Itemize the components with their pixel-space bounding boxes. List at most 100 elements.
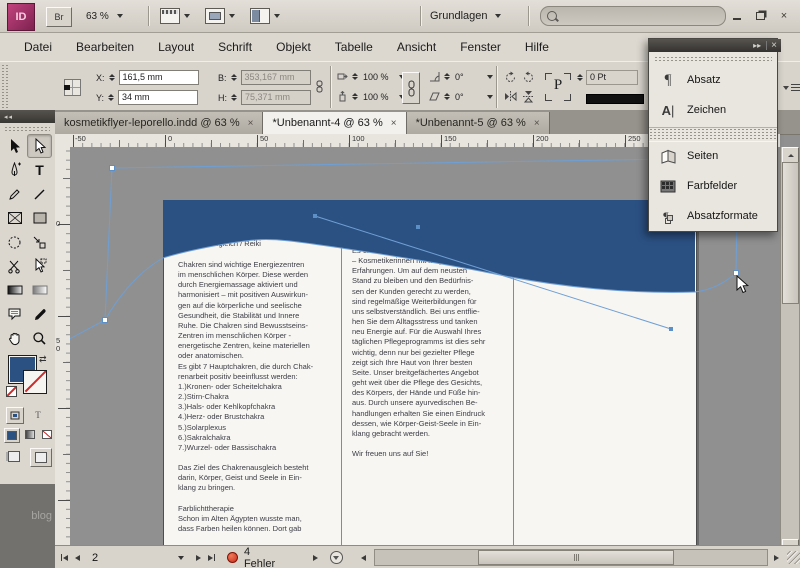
screen-mode-button[interactable] bbox=[205, 7, 235, 25]
flip-horizontal-button[interactable] bbox=[504, 90, 517, 103]
menu-item-datei[interactable]: Datei bbox=[12, 36, 64, 58]
menu-item-schrift[interactable]: Schrift bbox=[206, 36, 264, 58]
note-tool[interactable] bbox=[3, 303, 26, 325]
close-tab-icon[interactable] bbox=[391, 118, 397, 129]
rotation-value[interactable]: 0° bbox=[453, 72, 485, 82]
zoom-level-dropdown[interactable]: 63 % bbox=[86, 8, 138, 24]
stroke-weight-stepper[interactable] bbox=[576, 74, 584, 81]
y-position-field[interactable]: 34 mm bbox=[118, 90, 198, 105]
scale-y-stepper[interactable] bbox=[351, 93, 359, 100]
vertical-ruler[interactable]: 0 5 0 bbox=[55, 147, 71, 555]
page-dropdown-icon[interactable] bbox=[178, 556, 184, 560]
menu-item-hilfe[interactable]: Hilfe bbox=[513, 36, 561, 58]
arrange-documents-button[interactable] bbox=[250, 7, 280, 25]
height-field[interactable]: 75,371 mm bbox=[241, 90, 311, 105]
preflight-menu-icon[interactable] bbox=[330, 551, 343, 564]
rotation-stepper[interactable] bbox=[443, 73, 451, 80]
rotate-cw-button[interactable] bbox=[504, 71, 517, 84]
menu-item-tabelle[interactable]: Tabelle bbox=[323, 36, 385, 58]
pencil-tool[interactable] bbox=[3, 183, 26, 205]
normal-view-button[interactable] bbox=[4, 448, 24, 465]
close-tab-icon[interactable] bbox=[534, 118, 540, 129]
scale-x-stepper[interactable] bbox=[351, 73, 359, 80]
dock-drag-handle[interactable] bbox=[654, 56, 772, 63]
stroke-color-swatch[interactable] bbox=[23, 370, 47, 394]
constrain-scale-button[interactable] bbox=[402, 72, 420, 104]
tab-unbenannt-4[interactable]: *Unbenannt-4 @ 63 % bbox=[263, 112, 406, 134]
chevron-down-icon[interactable] bbox=[487, 75, 493, 79]
horizontal-scrollbar-thumb[interactable] bbox=[478, 550, 674, 565]
formatting-affects-text-button[interactable]: T bbox=[30, 407, 46, 422]
tools-panel-header[interactable]: ◂◂ bbox=[0, 110, 59, 123]
panel-drag-handle[interactable] bbox=[1, 64, 8, 108]
eyedropper-tool[interactable] bbox=[28, 303, 51, 325]
apply-color-button[interactable] bbox=[4, 428, 20, 443]
workspace-switcher[interactable]: Grundlagen bbox=[430, 8, 501, 24]
stroke-style-preview[interactable] bbox=[586, 94, 644, 104]
panel-button-zeichen[interactable]: A| Zeichen bbox=[649, 96, 787, 124]
scroll-left-button[interactable] bbox=[361, 555, 366, 561]
panel-button-absatz[interactable]: ¶ Absatz bbox=[649, 66, 787, 94]
minimize-button[interactable] bbox=[730, 9, 744, 22]
shear-stepper[interactable] bbox=[443, 93, 451, 100]
panel-dock-header[interactable]: ▸▸ × bbox=[649, 39, 781, 52]
apply-none-button[interactable] bbox=[40, 428, 54, 441]
position-tool[interactable] bbox=[28, 255, 51, 277]
close-tab-icon[interactable] bbox=[248, 118, 254, 129]
bridge-button[interactable]: Br bbox=[46, 7, 72, 27]
width-field[interactable]: 353,167 mm bbox=[241, 70, 311, 85]
height-stepper[interactable] bbox=[230, 94, 238, 101]
menu-item-ansicht[interactable]: Ansicht bbox=[385, 36, 448, 58]
text-column-1[interactable]: Chakrenausgleich / Reiki bbox=[178, 239, 338, 249]
gradient-tool[interactable] bbox=[3, 279, 26, 301]
scale-x-value[interactable]: 100 % bbox=[361, 72, 397, 82]
selection-tool[interactable] bbox=[3, 135, 26, 157]
swap-fill-stroke-icon[interactable]: ⇄ bbox=[39, 354, 47, 365]
preview-view-button[interactable] bbox=[30, 448, 52, 467]
preflight-error-count[interactable]: 4 Fehler bbox=[244, 546, 284, 568]
page-number-field[interactable]: 2 bbox=[92, 552, 98, 564]
first-page-button[interactable] bbox=[61, 554, 68, 561]
next-page-button[interactable] bbox=[196, 555, 201, 561]
scissors-tool[interactable] bbox=[3, 255, 26, 277]
restore-button[interactable] bbox=[753, 9, 767, 22]
ruler-origin-box[interactable] bbox=[55, 134, 71, 148]
tab-unbenannt-5[interactable]: *Unbenannt-5 @ 63 % bbox=[407, 112, 550, 134]
tab-kosmetikflyer[interactable]: kosmetikflyer-leporello.indd @ 63 % bbox=[55, 112, 263, 134]
formatting-affects-container-button[interactable] bbox=[6, 407, 24, 424]
expand-panels-icon[interactable]: ▸▸ bbox=[753, 41, 761, 50]
tools-drag-handle[interactable] bbox=[4, 126, 50, 132]
default-fill-stroke-icon[interactable] bbox=[6, 386, 17, 397]
text-column-1-body[interactable]: Chakren sind wichtige Energiezentren im … bbox=[178, 260, 340, 534]
x-position-field[interactable]: 161,5 mm bbox=[119, 70, 199, 85]
shear-value[interactable]: 0° bbox=[453, 92, 485, 102]
search-box[interactable] bbox=[540, 6, 726, 26]
panel-button-farbfelder[interactable]: Farbfelder bbox=[649, 172, 787, 200]
preflight-expand-button[interactable] bbox=[313, 555, 318, 561]
scale-y-value[interactable]: 100 % bbox=[361, 92, 397, 102]
hand-tool[interactable] bbox=[3, 327, 26, 349]
zoom-tool[interactable] bbox=[28, 327, 51, 349]
stroke-weight-field[interactable]: 0 Pt bbox=[586, 70, 638, 85]
frame-tool[interactable] bbox=[3, 207, 26, 229]
previous-page-button[interactable] bbox=[75, 555, 80, 561]
reference-point-proxy[interactable] bbox=[64, 79, 81, 96]
panel-button-seiten[interactable]: Seiten bbox=[649, 142, 787, 170]
menu-item-layout[interactable]: Layout bbox=[146, 36, 206, 58]
menu-item-fenster[interactable]: Fenster bbox=[448, 36, 513, 58]
window-resize-grip[interactable] bbox=[787, 551, 800, 564]
y-stepper[interactable] bbox=[107, 94, 115, 101]
free-transform-tool[interactable] bbox=[3, 231, 26, 253]
pen-tool[interactable] bbox=[3, 159, 26, 181]
gradient-feather-tool[interactable] bbox=[28, 279, 51, 301]
view-options-button[interactable] bbox=[160, 7, 190, 25]
direct-selection-tool[interactable] bbox=[27, 134, 52, 158]
menu-item-bearbeiten[interactable]: Bearbeiten bbox=[64, 36, 146, 58]
width-stepper[interactable] bbox=[230, 74, 238, 81]
close-dock-icon[interactable]: × bbox=[766, 41, 777, 50]
panel-button-absatzformate[interactable]: ¶ Absatzformate bbox=[649, 202, 787, 230]
rectangle-tool[interactable] bbox=[28, 207, 51, 229]
close-button[interactable]: × bbox=[777, 9, 791, 22]
line-tool[interactable] bbox=[28, 183, 51, 205]
type-tool[interactable]: T bbox=[28, 159, 51, 181]
